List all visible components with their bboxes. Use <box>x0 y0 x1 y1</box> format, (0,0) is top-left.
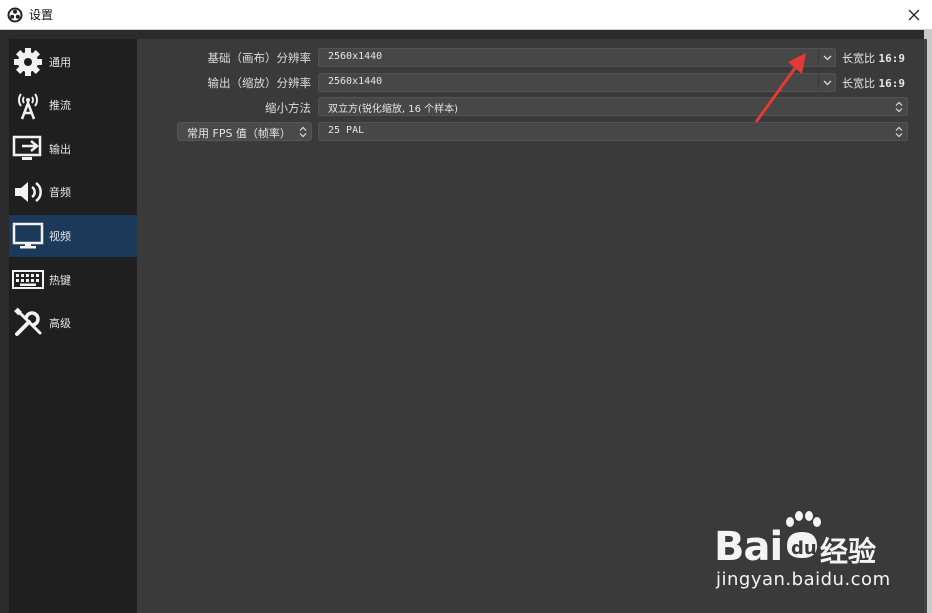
sidebar-item-label: 视频 <box>49 230 71 243</box>
keyboard-icon <box>12 270 44 289</box>
sidebar-item-video[interactable]: 视频 <box>9 215 137 257</box>
chevron-down-icon <box>823 80 831 85</box>
sidebar-item-audio[interactable]: 音频 <box>9 171 137 213</box>
fps-type-select[interactable]: 常用 FPS 值（帧率） <box>177 122 312 141</box>
sidebar-item-label: 音频 <box>49 186 71 199</box>
broadcast-antenna-icon <box>18 93 38 120</box>
annotation-arrow-icon <box>754 53 806 123</box>
close-icon <box>908 9 920 21</box>
sidebar-item-label: 通用 <box>49 56 71 69</box>
sidebar-item-advanced[interactable]: 高级 <box>9 302 137 344</box>
aspect-ratio-label: 长宽比 <box>842 77 875 90</box>
title-bar: 设置 <box>0 0 932 30</box>
base-resolution-label: 基础（画布）分辨率 <box>207 51 312 65</box>
obs-logo-icon <box>7 7 23 23</box>
downscale-filter-value: 双立方(锐化缩放, 16 个样本) <box>328 104 459 115</box>
baidu-jingyan-watermark: Bai du 经验 jingyan.baidu.com <box>714 510 909 600</box>
sidebar-item-hotkeys[interactable]: 热键 <box>9 259 137 301</box>
chevron-down-icon <box>823 55 831 60</box>
downscale-filter-label: 缩小方法 <box>265 101 311 115</box>
settings-sidebar: 通用 推流 输出 音频 视频 热键 高级 <box>9 39 137 613</box>
aspect-ratio-value: 16:9 <box>878 52 906 65</box>
speaker-icon <box>15 181 42 203</box>
up-down-arrows-icon <box>299 126 307 137</box>
fps-value-spinner[interactable] <box>891 123 907 140</box>
gear-icon <box>14 48 42 76</box>
svg-text:du: du <box>791 538 817 559</box>
downscale-filter-spinner[interactable] <box>891 98 907 115</box>
watermark-brand: Bai <box>714 524 783 570</box>
sidebar-item-general[interactable]: 通用 <box>9 41 137 83</box>
sidebar-item-label: 热键 <box>49 274 71 287</box>
output-resolution-dropdown-button[interactable] <box>818 74 835 91</box>
sidebar-item-label: 高级 <box>49 317 71 330</box>
aspect-ratio-value: 16:9 <box>878 77 906 90</box>
wrench-screwdriver-icon <box>14 307 42 336</box>
sidebar-item-label: 输出 <box>49 143 71 156</box>
watermark-url: jingyan.baidu.com <box>716 569 891 590</box>
monitor-icon <box>12 222 44 249</box>
up-down-arrows-icon <box>895 126 903 137</box>
output-monitor-icon <box>12 135 42 160</box>
paw-logo-icon: du <box>786 511 821 559</box>
sidebar-item-stream[interactable]: 推流 <box>9 84 137 126</box>
output-aspect-ratio: 长宽比 16:9 <box>842 75 905 91</box>
base-resolution-value: 2560x1440 <box>328 51 383 62</box>
watermark-suffix: 经验 <box>820 535 877 568</box>
sidebar-item-output[interactable]: 输出 <box>9 128 137 170</box>
fps-type-value: 常用 FPS 值（帧率） <box>187 127 291 140</box>
window-title: 设置 <box>29 8 54 22</box>
output-resolution-label: 输出（缩放）分辨率 <box>207 76 312 90</box>
base-resolution-dropdown-button[interactable] <box>818 49 835 66</box>
downscale-filter-select[interactable]: 双立方(锐化缩放, 16 个样本) <box>318 97 908 116</box>
panel-edge <box>924 39 927 613</box>
up-down-arrows-icon <box>895 101 903 112</box>
output-resolution-value: 2560x1440 <box>328 76 383 87</box>
close-button[interactable] <box>896 0 932 30</box>
fps-type-spinner[interactable] <box>295 123 311 140</box>
sidebar-item-label: 推流 <box>49 99 71 112</box>
fps-value: 25 PAL <box>328 125 365 136</box>
aspect-ratio-label: 长宽比 <box>842 52 875 65</box>
fps-value-select[interactable]: 25 PAL <box>318 122 908 141</box>
base-aspect-ratio: 长宽比 16:9 <box>842 50 905 66</box>
